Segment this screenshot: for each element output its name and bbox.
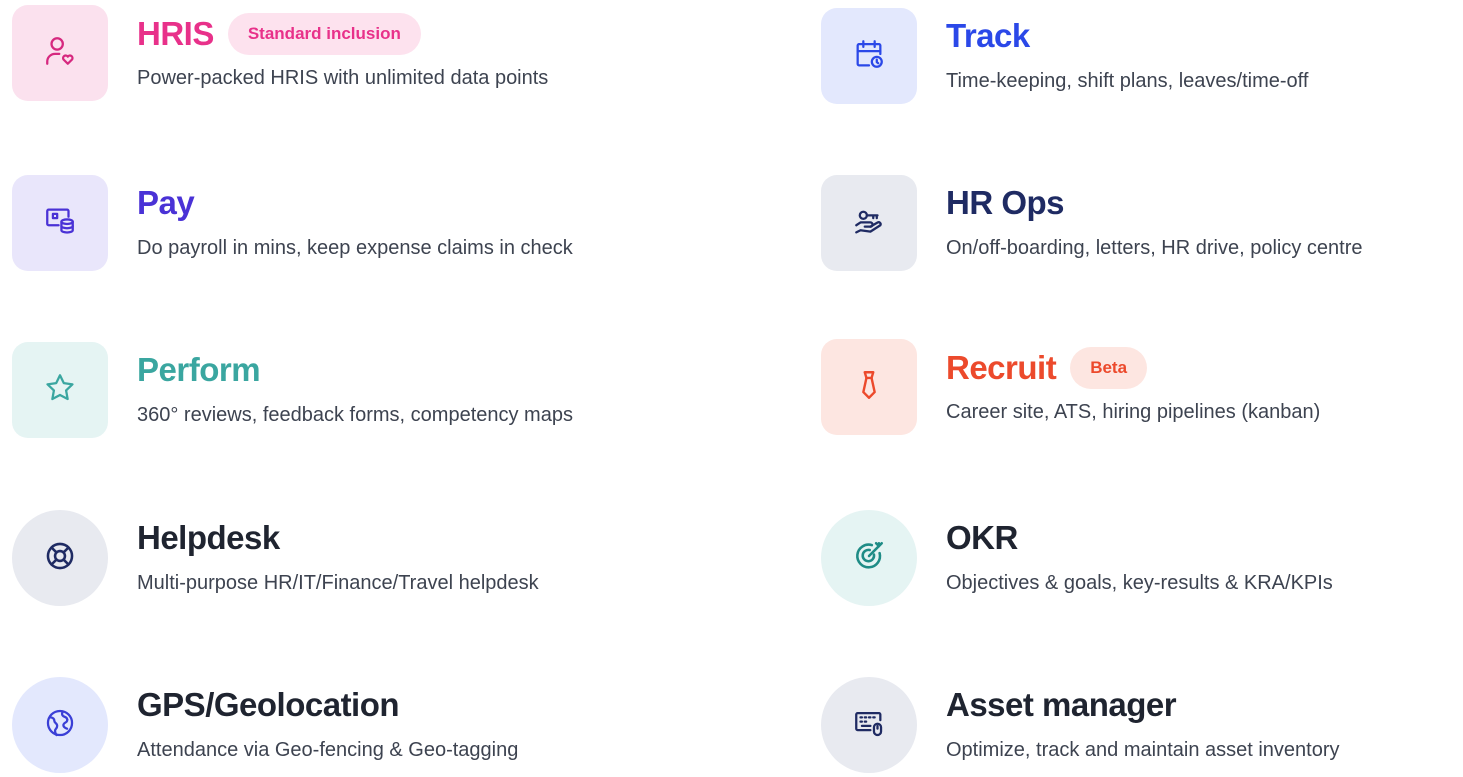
module-description: Optimize, track and maintain asset inven…	[946, 739, 1340, 761]
globe-icon	[43, 706, 77, 745]
module-title: Track	[946, 17, 1030, 54]
module-description: Power-packed HRIS with unlimited data po…	[137, 67, 549, 89]
module-description: Do payroll in mins, keep expense claims …	[137, 237, 573, 259]
user-heart-icon	[43, 34, 77, 73]
module-description: On/off-boarding, letters, HR drive, poli…	[946, 237, 1363, 259]
lifebuoy-icon	[43, 539, 77, 578]
icon-box	[821, 175, 917, 271]
module-title: HR Ops	[946, 184, 1065, 221]
hand-key-icon	[852, 204, 886, 243]
module-title: Helpdesk	[137, 519, 280, 556]
title-row: OKR	[946, 518, 1018, 558]
target-icon	[852, 539, 886, 578]
module-description: 360° reviews, feedback forms, competency…	[137, 404, 573, 426]
module-title: GPS/Geolocation	[137, 686, 400, 723]
module-okr[interactable]: OKR Objectives & goals, key-results & KR…	[821, 510, 1463, 610]
module-description: Objectives & goals, key-results & KRA/KP…	[946, 572, 1333, 594]
module-asset-manager[interactable]: Asset manager Optimize, track and mainta…	[821, 677, 1463, 777]
title-row: Perform	[137, 350, 261, 390]
title-row: Helpdesk	[137, 518, 280, 558]
icon-box	[821, 677, 917, 773]
icon-box	[821, 510, 917, 606]
calendar-clock-icon	[852, 37, 886, 76]
payroll-coins-icon	[43, 204, 77, 243]
module-title: Asset manager	[946, 686, 1177, 723]
title-row: HR Ops	[946, 183, 1065, 223]
module-title: OKR	[946, 519, 1018, 556]
keyboard-mouse-icon	[852, 706, 886, 745]
icon-box	[821, 339, 917, 435]
module-gps[interactable]: GPS/Geolocation Attendance via Geo-fenci…	[12, 677, 672, 777]
icon-box	[12, 175, 108, 271]
module-hris[interactable]: HRIS Standard inclusion Power-packed HRI…	[12, 5, 672, 105]
title-row: Track	[946, 16, 1030, 56]
module-title: Perform	[137, 351, 261, 388]
module-perform[interactable]: Perform 360° reviews, feedback forms, co…	[12, 342, 672, 442]
tie-icon	[852, 368, 886, 407]
module-title: Pay	[137, 184, 195, 221]
module-track[interactable]: Track Time-keeping, shift plans, leaves/…	[821, 8, 1463, 108]
module-hr-ops[interactable]: HR Ops On/off-boarding, letters, HR driv…	[821, 175, 1463, 275]
module-helpdesk[interactable]: Helpdesk Multi-purpose HR/IT/Finance/Tra…	[12, 510, 672, 610]
module-title: HRIS	[137, 15, 214, 52]
icon-box	[12, 342, 108, 438]
star-icon	[43, 371, 77, 410]
standard-inclusion-badge: Standard inclusion	[227, 13, 421, 55]
module-description: Career site, ATS, hiring pipelines (kanb…	[946, 401, 1321, 423]
module-description: Attendance via Geo-fencing & Geo-tagging	[137, 739, 519, 761]
icon-box	[12, 510, 108, 606]
title-row: HRIS Standard inclusion	[137, 13, 421, 55]
icon-box	[821, 8, 917, 104]
module-recruit[interactable]: Recruit Beta Career site, ATS, hiring pi…	[821, 339, 1463, 439]
beta-badge: Beta	[1070, 347, 1148, 389]
module-description: Multi-purpose HR/IT/Finance/Travel helpd…	[137, 572, 539, 594]
module-description: Time-keeping, shift plans, leaves/time-o…	[946, 70, 1309, 92]
title-row: Recruit Beta	[946, 347, 1148, 389]
icon-box	[12, 677, 108, 773]
title-row: Asset manager	[946, 685, 1177, 725]
title-row: Pay	[137, 183, 195, 223]
module-title: Recruit	[946, 349, 1057, 386]
module-pay[interactable]: Pay Do payroll in mins, keep expense cla…	[12, 175, 672, 275]
title-row: GPS/Geolocation	[137, 685, 400, 725]
icon-box	[12, 5, 108, 101]
